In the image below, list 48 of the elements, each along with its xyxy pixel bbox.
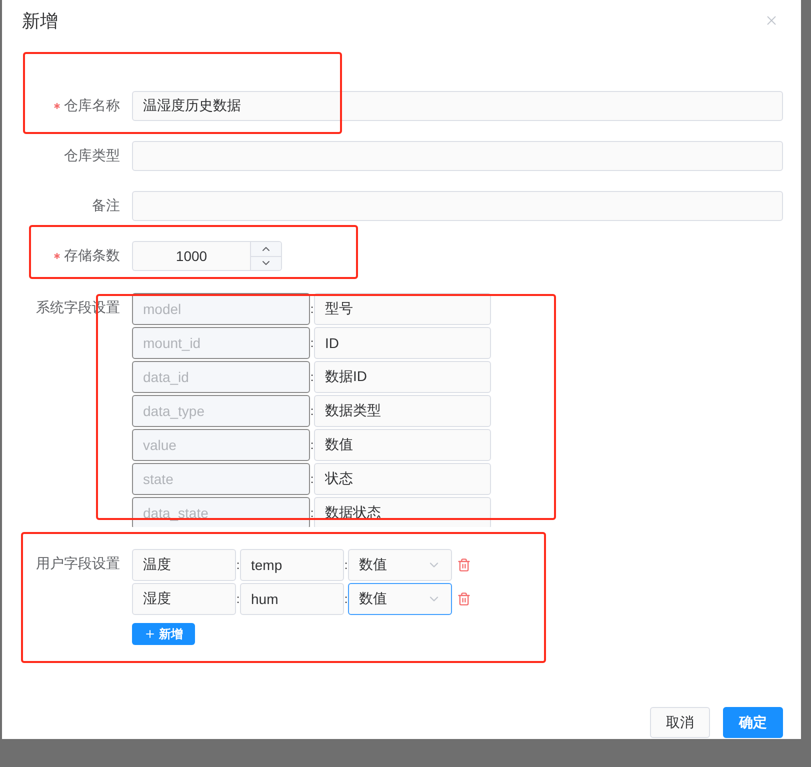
delete-button[interactable] [457, 592, 471, 606]
name-input[interactable]: 温度 [132, 549, 236, 581]
delete-button[interactable] [457, 558, 471, 572]
field-key-input[interactable]: data_type [132, 395, 310, 427]
dialog-title: 新增 [22, 10, 58, 32]
display-label-input[interactable]: ID [314, 327, 491, 359]
field-label: 备注 [92, 197, 120, 215]
separator: : [310, 404, 314, 418]
field-key-input[interactable]: mount_id [132, 327, 310, 359]
separator: : [310, 472, 314, 486]
trash-icon [457, 558, 471, 572]
separator: : [236, 558, 240, 572]
name-input[interactable]: 湿度 [132, 583, 236, 615]
decrease-button[interactable] [251, 256, 281, 270]
display-label-input[interactable]: 数据类型 [314, 395, 491, 427]
increase-button[interactable] [251, 242, 281, 256]
cancel-button[interactable]: 取消 [650, 707, 710, 738]
display-label-input[interactable]: 状态 [314, 463, 491, 495]
trash-icon [457, 592, 471, 606]
key-input[interactable]: hum [240, 583, 344, 615]
type-select[interactable]: 数值 [348, 583, 452, 615]
separator: : [310, 370, 314, 384]
text-input[interactable] [132, 141, 783, 171]
separator: : [310, 336, 314, 350]
display-label-input[interactable]: 型号 [314, 293, 491, 325]
field-key-input[interactable]: data_state [132, 497, 310, 527]
display-label-input[interactable]: 数据ID [314, 361, 491, 393]
field-key-input[interactable]: data_id [132, 361, 310, 393]
separator: : [344, 558, 348, 572]
display-label-input[interactable]: 数值 [314, 429, 491, 461]
field-label: 仓库类型 [64, 147, 120, 165]
key-input[interactable]: temp [240, 549, 344, 581]
field-label: 用户字段设置 [36, 555, 120, 573]
field-key-input[interactable]: model [132, 293, 310, 325]
field-label: 仓库名称 [64, 97, 120, 115]
plus-icon [144, 628, 156, 640]
number-input[interactable]: 1000 [132, 241, 250, 271]
field-label: 存储条数 [64, 247, 120, 265]
field-key-input[interactable]: value [132, 429, 310, 461]
type-select[interactable]: 数值 [348, 549, 452, 581]
text-input[interactable] [132, 191, 783, 221]
separator: : [310, 302, 314, 316]
separator: : [344, 592, 348, 606]
separator: : [236, 592, 240, 606]
text-input[interactable]: 温湿度历史数据 [132, 91, 783, 121]
separator: : [310, 506, 314, 520]
field-key-input[interactable]: state [132, 463, 310, 495]
separator: : [310, 438, 314, 452]
